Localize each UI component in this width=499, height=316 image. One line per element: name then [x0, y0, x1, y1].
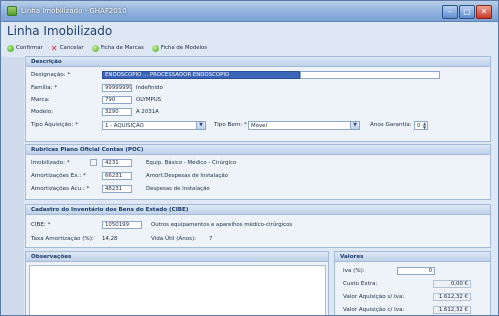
left-panel-strip — [1, 57, 24, 315]
fixed-asset-description: Equip. Básico - Médico - Cirúrgico — [146, 160, 237, 166]
cancel-icon: ✕ — [50, 43, 58, 53]
asset-type-label: Tipo Bem: * — [214, 122, 247, 128]
cancel-label: Cancelar — [59, 45, 84, 51]
confirm-label: Confirmar — [16, 45, 43, 51]
chevron-down-icon: ▼ — [350, 122, 359, 129]
asset-type-select[interactable]: Móvel ▼ — [248, 121, 360, 130]
observations-header: Observações — [26, 252, 328, 262]
designation-label: Designação: * — [31, 72, 71, 78]
brand-sheet-label: Ficha de Marcas — [100, 45, 144, 51]
description-section: Descrição Designação: * ENDOSCÓPIO ... P… — [25, 56, 491, 142]
spinner-arrows-icon: ▲ ▼ — [422, 121, 427, 130]
acquisition-type-select[interactable]: 1 - AQUISIÇÃO ▼ — [102, 121, 206, 130]
designation-input-rest[interactable] — [300, 71, 440, 79]
family-label: Família: * — [31, 85, 58, 91]
vat-input[interactable]: 0 — [397, 267, 435, 275]
fixed-asset-label: Imobilizado: * — [31, 160, 70, 166]
confirm-button[interactable]: Confirmar — [7, 44, 43, 52]
observations-textarea[interactable] — [29, 265, 326, 315]
confirm-icon — [7, 44, 14, 52]
amortization-rate-label: Taxa Amortização (%): — [31, 236, 94, 242]
cancel-button[interactable]: ✕ Cancelar — [50, 43, 84, 53]
model-label: Modelo: — [31, 109, 54, 115]
poc-section: Rubricas Plano Oficial Contas (POC) Imob… — [25, 144, 491, 200]
cibe-label: CIBE: * — [31, 222, 51, 228]
values-header: Valores — [335, 252, 490, 262]
amortization-rate-value: 14,28 — [102, 236, 118, 242]
fixed-asset-checkbox[interactable] — [90, 159, 97, 166]
asset-type-value: Móvel — [251, 123, 267, 129]
maximize-button[interactable]: □ — [459, 5, 475, 19]
brand-description: OLYMPUS — [136, 97, 162, 103]
acquisition-type-value: 1 - AQUISIÇÃO — [105, 123, 144, 129]
cibe-header: Cadastro do Inventário dos Bens do Estad… — [26, 205, 490, 215]
warranty-value: 0 — [417, 123, 421, 129]
warranty-stepper[interactable]: 0 ▲ ▼ — [414, 121, 428, 130]
acq-value-with-vat-input[interactable]: 1.612,32 € — [433, 306, 471, 314]
amort-ex-label: Amortizações Ex.: * — [31, 173, 86, 179]
cibe-description: Outros equipamentos e aparelhos médico-c… — [151, 222, 293, 228]
amort-acu-code-input[interactable]: 48231 — [102, 185, 132, 193]
brand-sheet-button[interactable]: Ficha de Marcas — [91, 44, 144, 52]
values-section: Valores Iva (%): 0 Custo Extra: 0,00 € V… — [334, 251, 491, 315]
brand-label: Marca: — [31, 97, 50, 103]
app-icon — [7, 6, 17, 16]
brand-code-input[interactable]: 790 — [102, 96, 132, 104]
model-sheet-icon — [151, 44, 159, 52]
model-description: A 2031A — [136, 109, 159, 115]
extra-cost-label: Custo Extra: — [343, 281, 378, 287]
cibe-code-input[interactable]: 1050199 — [102, 221, 142, 229]
poc-header: Rubricas Plano Oficial Contas (POC) — [26, 145, 490, 155]
description-header: Descrição — [26, 57, 490, 67]
page-title: Linha Imobilizado — [7, 24, 113, 38]
close-button[interactable]: ✕ — [476, 5, 492, 19]
designation-input[interactable]: ENDOSCÓPIO ... PROCESSADOR ENDOSCÓPIO — [102, 71, 300, 79]
useful-life-value: 7 — [209, 236, 213, 242]
fixed-asset-code-input[interactable]: 4231 — [102, 159, 132, 167]
model-sheet-button[interactable]: Ficha de Modelos — [151, 44, 208, 52]
observations-section: Observações — [25, 251, 329, 315]
acquisition-type-label: Tipo Aquisição: * — [31, 122, 78, 128]
brand-sheet-icon — [91, 44, 99, 52]
model-code-input[interactable]: 3290 — [102, 108, 132, 116]
warranty-label: Anos Garantia: — [370, 122, 412, 128]
main-window: Linha Imobilizado - GHAF2010 – □ ✕ Linha… — [0, 0, 499, 316]
title-bar[interactable]: Linha Imobilizado - GHAF2010 – □ ✕ — [1, 1, 498, 22]
family-code-input[interactable]: 99999999 — [102, 84, 132, 92]
acq-value-no-vat-input[interactable]: 1.612,32 € — [433, 293, 471, 301]
model-sheet-label: Ficha de Modelos — [160, 45, 208, 51]
extra-cost-input[interactable]: 0,00 € — [433, 280, 471, 288]
family-description: Indefinido — [136, 85, 163, 91]
amort-ex-description: Amort.Despesas de Instalação — [146, 173, 228, 179]
amort-ex-code-input[interactable]: 66231 — [102, 172, 132, 180]
amort-acu-description: Despesas de Instalação — [146, 186, 210, 192]
chevron-down-icon: ▼ — [196, 122, 205, 129]
minimize-button[interactable]: – — [442, 5, 458, 19]
acq-value-with-vat-label: Valor Aquisição c/ Iva: — [343, 307, 405, 313]
toolbar: Confirmar ✕ Cancelar Ficha de Marcas Fic… — [7, 43, 207, 53]
cibe-section: Cadastro do Inventário dos Bens do Estad… — [25, 204, 491, 248]
window-title: Linha Imobilizado - GHAF2010 — [21, 7, 127, 15]
acq-value-no-vat-label: Valor Aquisição s/ Iva: — [343, 294, 405, 300]
amort-acu-label: Amortizações Acu.: * — [31, 186, 90, 192]
useful-life-label: Vida Útil (Anos): — [151, 236, 197, 242]
vat-label: Iva (%): — [343, 268, 365, 274]
